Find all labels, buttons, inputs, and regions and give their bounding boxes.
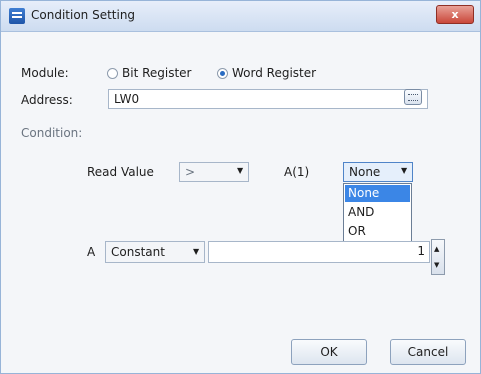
bit-register-radio[interactable]	[107, 68, 118, 79]
logic-dropdown-list: None AND OR	[343, 183, 412, 245]
logic-select[interactable]: None ▼	[343, 162, 413, 182]
chevron-down-icon: ▼	[193, 247, 200, 256]
operator-value: >	[185, 165, 196, 179]
keyboard-icon[interactable]	[404, 89, 422, 105]
operand-source-select[interactable]: Constant ▼	[105, 241, 205, 263]
close-button[interactable]: x	[436, 5, 474, 24]
word-register-label[interactable]: Word Register	[232, 66, 316, 80]
chevron-down-icon: ▼	[237, 166, 244, 175]
ok-button[interactable]: OK	[291, 339, 367, 365]
a1-label: A(1)	[284, 165, 310, 179]
operand-source-value: Constant	[111, 245, 165, 259]
spin-down-icon[interactable]: ▼	[434, 261, 439, 269]
constant-input[interactable]: 1	[208, 241, 430, 263]
chevron-down-icon: ▼	[401, 166, 408, 175]
operator-select[interactable]: > ▼	[179, 162, 249, 182]
module-label: Module:	[21, 66, 69, 80]
operand-a-label: A	[87, 245, 96, 259]
logic-option-or[interactable]: OR	[345, 223, 410, 240]
read-value-label: Read Value	[87, 165, 154, 179]
address-label: Address:	[21, 93, 73, 107]
logic-option-none[interactable]: None	[345, 185, 410, 202]
spin-up-icon[interactable]: ▲	[434, 245, 439, 253]
app-icon	[9, 8, 25, 24]
cancel-button[interactable]: Cancel	[390, 339, 466, 365]
value-spinner[interactable]: ▲ ▼	[431, 239, 445, 275]
title-bar[interactable]: Condition Setting x	[1, 1, 480, 32]
dialog-title: Condition Setting	[31, 8, 136, 22]
bit-register-label[interactable]: Bit Register	[122, 66, 192, 80]
logic-value: None	[349, 165, 381, 179]
logic-option-and[interactable]: AND	[345, 204, 410, 221]
address-input[interactable]: LW0	[108, 89, 428, 109]
word-register-radio[interactable]	[217, 68, 228, 79]
condition-label: Condition:	[21, 126, 83, 140]
condition-setting-dialog: Condition Setting x Module: Bit Register…	[0, 0, 481, 374]
